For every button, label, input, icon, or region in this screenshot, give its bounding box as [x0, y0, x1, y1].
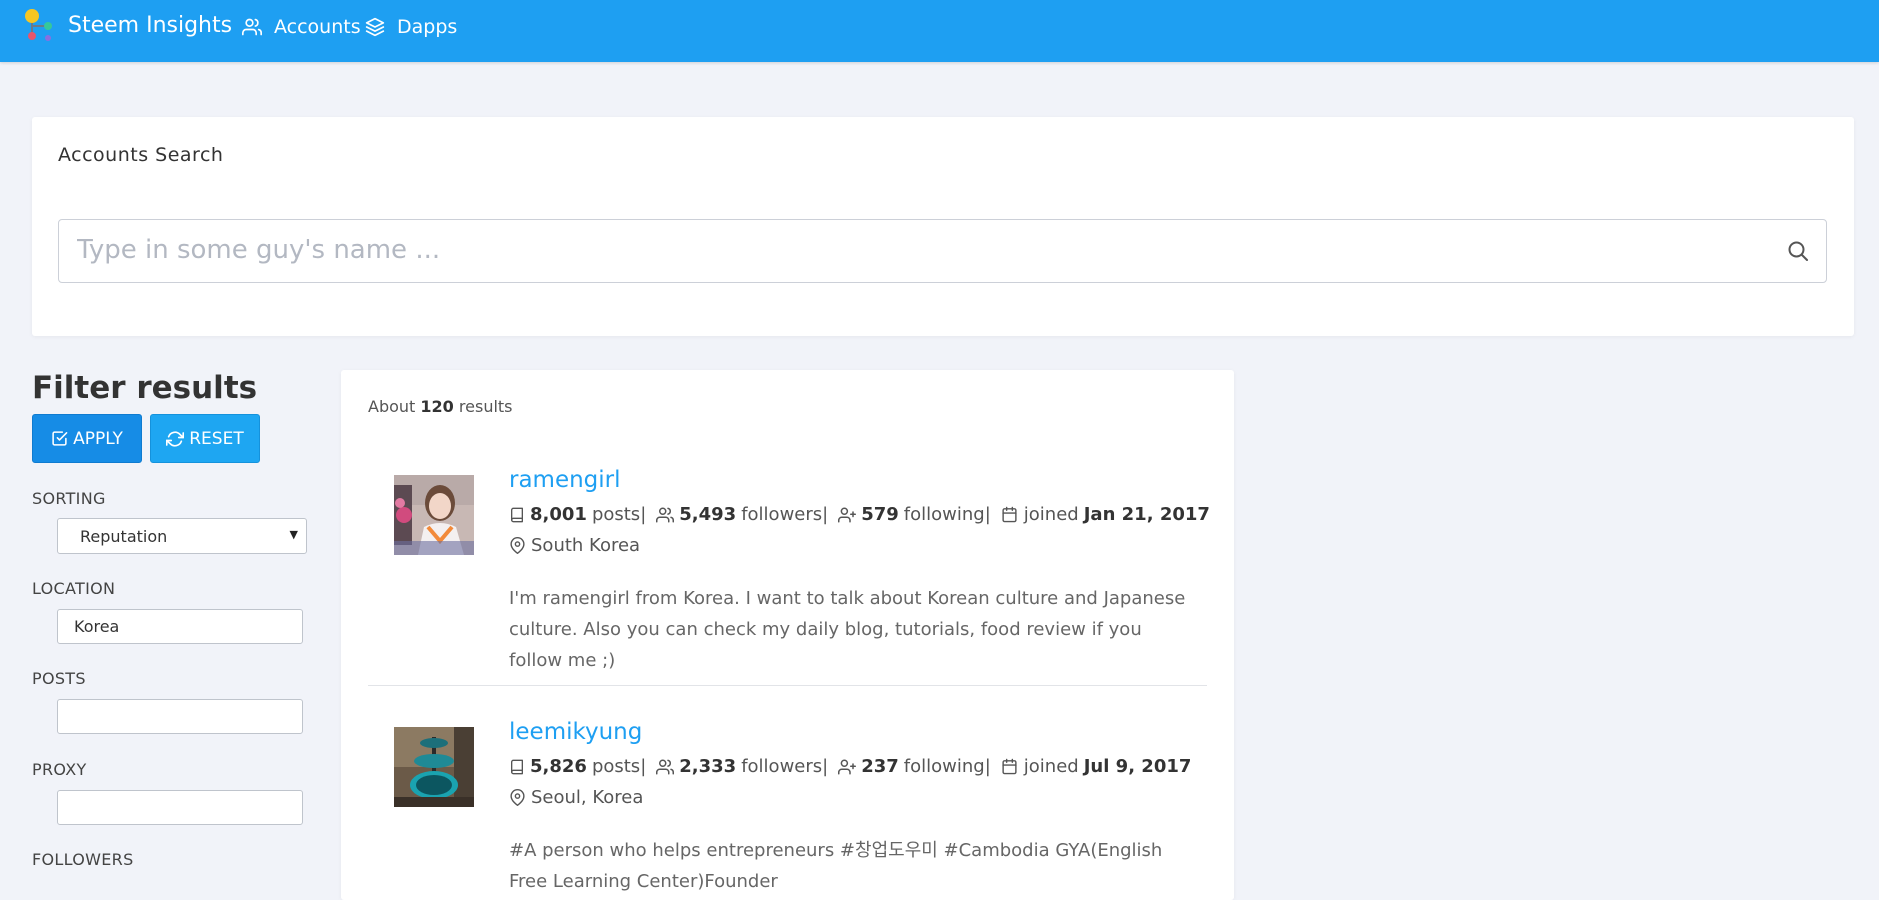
account-stats: 5,826 posts| 2,333 followers| 237 following…	[509, 756, 1196, 777]
following-count: 579	[861, 504, 899, 525]
joined-date: Jul 9, 2017	[1083, 756, 1192, 777]
proxy-label: PROXY	[32, 760, 87, 779]
logo-icon	[25, 9, 52, 41]
chevron-down-icon: ▼	[289, 528, 298, 541]
posts-input[interactable]	[57, 699, 303, 734]
account-location: Seoul, Korea	[509, 787, 643, 808]
posts-count: 5,826	[530, 756, 587, 777]
sorting-select[interactable]: Reputation ▼	[57, 518, 307, 554]
results-count: About 120 results	[368, 397, 513, 416]
user-plus-icon	[838, 507, 857, 522]
followers-count: 5,493	[679, 504, 737, 525]
app-title: Steem Insights	[68, 12, 233, 38]
map-pin-icon	[510, 789, 525, 806]
sorting-value: Reputation	[80, 526, 168, 546]
nav-dapps[interactable]: Dapps	[365, 16, 457, 38]
divider	[368, 685, 1207, 686]
sorting-label: SORTING	[32, 489, 106, 508]
nav-accounts-label: Accounts	[274, 16, 361, 38]
account-name-link[interactable]: ramengirl	[509, 467, 621, 493]
search-title: Accounts Search	[58, 144, 224, 166]
following-count: 237	[861, 756, 899, 777]
reset-label: RESET	[189, 428, 244, 449]
account-about: #A person who helps entrepreneurs #창업도우미…	[509, 840, 1163, 892]
search-input[interactable]	[59, 220, 1777, 280]
location-value: Korea	[74, 617, 120, 636]
accounts-search-card: Accounts Search	[32, 117, 1854, 336]
users-icon	[656, 507, 675, 522]
results-card: About 120 results ramengirl 8,001posts|	[341, 370, 1234, 900]
posts-label: POSTS	[32, 669, 86, 688]
calendar-icon	[1002, 506, 1017, 523]
refresh-icon	[166, 430, 185, 447]
book-icon	[511, 507, 523, 522]
search-box	[58, 219, 1827, 283]
search-icon[interactable]	[1786, 239, 1810, 263]
account-about: I'm ramengirl from Korea. I want to talk…	[509, 588, 1186, 671]
account-stats: 8,001 posts| 5,493 followers| 579 following…	[509, 504, 1215, 525]
proxy-input[interactable]	[57, 790, 303, 825]
followers-count: 2,333	[679, 756, 737, 777]
location-input[interactable]: Korea	[57, 609, 303, 644]
reset-button[interactable]: RESET	[150, 414, 260, 463]
account-location: South Korea	[509, 535, 640, 556]
apply-button[interactable]: APPLY	[32, 414, 142, 463]
users-icon	[656, 759, 675, 774]
account-name-link[interactable]: leemikyung	[509, 719, 642, 745]
avatar[interactable]	[394, 727, 474, 807]
layers-icon	[365, 17, 385, 37]
posts-count: 8,001	[530, 504, 587, 525]
avatar[interactable]	[394, 475, 474, 555]
location-label: LOCATION	[32, 579, 116, 598]
book-icon	[511, 759, 523, 774]
results-number: 120	[420, 397, 454, 416]
calendar-icon	[1002, 758, 1017, 775]
brand[interactable]: Steem Insights	[22, 8, 232, 42]
followers-label: FOLLOWERS	[32, 850, 134, 869]
filter-title: Filter results	[32, 370, 258, 406]
joined-date: Jan 21, 2017	[1083, 504, 1210, 525]
nav-dapps-label: Dapps	[397, 16, 458, 38]
nav-accounts[interactable]: Accounts	[242, 16, 361, 38]
user-plus-icon	[838, 759, 857, 774]
map-pin-icon	[510, 537, 525, 554]
users-icon	[242, 18, 262, 36]
apply-label: APPLY	[73, 428, 123, 449]
check-square-icon	[52, 431, 68, 446]
top-navbar: Steem Insights Accounts Dapps	[0, 0, 1879, 62]
